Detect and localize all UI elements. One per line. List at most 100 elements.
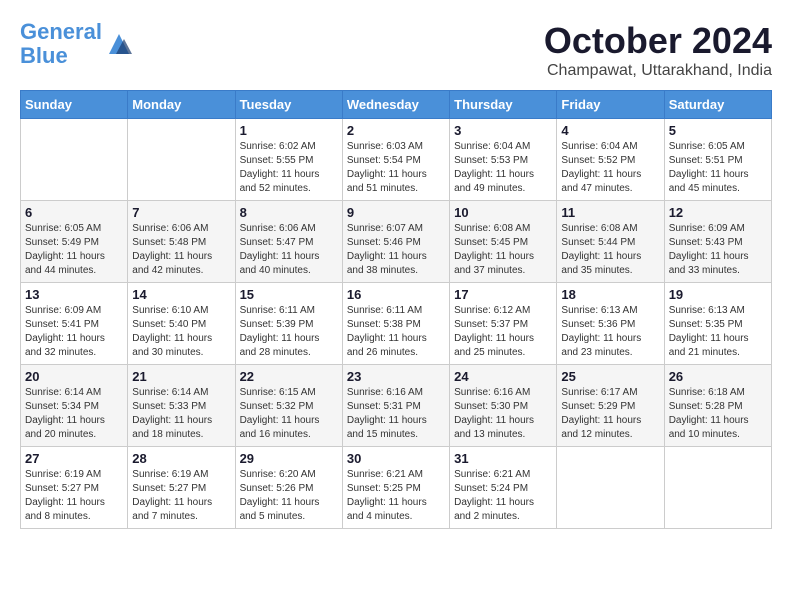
day-info: Sunrise: 6:15 AM Sunset: 5:32 PM Dayligh… (240, 386, 338, 442)
day-number: 20 (25, 369, 123, 384)
day-number: 28 (132, 451, 230, 466)
day-cell: 16 Sunrise: 6:11 AM Sunset: 5:38 PM Dayli… (342, 283, 449, 365)
day-info: Sunrise: 6:20 AM Sunset: 5:26 PM Dayligh… (240, 468, 338, 524)
day-cell: 6 Sunrise: 6:05 AM Sunset: 5:49 PM Daylig… (21, 201, 128, 283)
day-number: 19 (669, 287, 767, 302)
day-info: Sunrise: 6:21 AM Sunset: 5:24 PM Dayligh… (454, 468, 552, 524)
day-info: Sunrise: 6:04 AM Sunset: 5:53 PM Dayligh… (454, 140, 552, 196)
day-info: Sunrise: 6:16 AM Sunset: 5:31 PM Dayligh… (347, 386, 445, 442)
day-info: Sunrise: 6:06 AM Sunset: 5:47 PM Dayligh… (240, 222, 338, 278)
weekday-thursday: Thursday (450, 91, 557, 119)
week-row-2: 6 Sunrise: 6:05 AM Sunset: 5:49 PM Daylig… (21, 201, 772, 283)
day-cell: 18 Sunrise: 6:13 AM Sunset: 5:36 PM Dayli… (557, 283, 664, 365)
day-cell: 27 Sunrise: 6:19 AM Sunset: 5:27 PM Dayli… (21, 447, 128, 529)
weekday-monday: Monday (128, 91, 235, 119)
week-row-5: 27 Sunrise: 6:19 AM Sunset: 5:27 PM Dayli… (21, 447, 772, 529)
day-info: Sunrise: 6:09 AM Sunset: 5:41 PM Dayligh… (25, 304, 123, 360)
day-info: Sunrise: 6:08 AM Sunset: 5:45 PM Dayligh… (454, 222, 552, 278)
day-cell: 28 Sunrise: 6:19 AM Sunset: 5:27 PM Dayli… (128, 447, 235, 529)
day-info: Sunrise: 6:10 AM Sunset: 5:40 PM Dayligh… (132, 304, 230, 360)
day-info: Sunrise: 6:05 AM Sunset: 5:49 PM Dayligh… (25, 222, 123, 278)
week-row-1: 1 Sunrise: 6:02 AM Sunset: 5:55 PM Daylig… (21, 119, 772, 201)
day-info: Sunrise: 6:19 AM Sunset: 5:27 PM Dayligh… (132, 468, 230, 524)
day-number: 11 (561, 205, 659, 220)
calendar-table: SundayMondayTuesdayWednesdayThursdayFrid… (20, 90, 772, 529)
day-cell: 25 Sunrise: 6:17 AM Sunset: 5:29 PM Dayli… (557, 365, 664, 447)
day-cell: 22 Sunrise: 6:15 AM Sunset: 5:32 PM Dayli… (235, 365, 342, 447)
day-number: 17 (454, 287, 552, 302)
weekday-saturday: Saturday (664, 91, 771, 119)
day-cell: 19 Sunrise: 6:13 AM Sunset: 5:35 PM Dayli… (664, 283, 771, 365)
day-info: Sunrise: 6:14 AM Sunset: 5:33 PM Dayligh… (132, 386, 230, 442)
day-cell: 23 Sunrise: 6:16 AM Sunset: 5:31 PM Dayli… (342, 365, 449, 447)
day-number: 9 (347, 205, 445, 220)
logo-icon (104, 29, 134, 59)
day-number: 27 (25, 451, 123, 466)
day-cell: 8 Sunrise: 6:06 AM Sunset: 5:47 PM Daylig… (235, 201, 342, 283)
day-number: 12 (669, 205, 767, 220)
day-number: 5 (669, 123, 767, 138)
day-number: 18 (561, 287, 659, 302)
day-cell: 15 Sunrise: 6:11 AM Sunset: 5:39 PM Dayli… (235, 283, 342, 365)
day-number: 31 (454, 451, 552, 466)
day-cell: 20 Sunrise: 6:14 AM Sunset: 5:34 PM Dayli… (21, 365, 128, 447)
day-cell: 12 Sunrise: 6:09 AM Sunset: 5:43 PM Dayli… (664, 201, 771, 283)
day-cell: 30Sunrise: 6:21 AM Sunset: 5:25 PM Dayli… (342, 447, 449, 529)
day-number: 4 (561, 123, 659, 138)
day-info: Sunrise: 6:13 AM Sunset: 5:36 PM Dayligh… (561, 304, 659, 360)
day-cell: 2Sunrise: 6:03 AM Sunset: 5:54 PM Daylig… (342, 119, 449, 201)
day-info: Sunrise: 6:11 AM Sunset: 5:38 PM Dayligh… (347, 304, 445, 360)
day-cell: 4Sunrise: 6:04 AM Sunset: 5:52 PM Daylig… (557, 119, 664, 201)
weekday-friday: Friday (557, 91, 664, 119)
day-number: 22 (240, 369, 338, 384)
page-header: General Blue October 2024 Champawat, Utt… (20, 20, 772, 80)
day-info: Sunrise: 6:07 AM Sunset: 5:46 PM Dayligh… (347, 222, 445, 278)
day-info: Sunrise: 6:13 AM Sunset: 5:35 PM Dayligh… (669, 304, 767, 360)
day-cell: 14Sunrise: 6:10 AM Sunset: 5:40 PM Dayli… (128, 283, 235, 365)
day-info: Sunrise: 6:19 AM Sunset: 5:27 PM Dayligh… (25, 468, 123, 524)
day-number: 1 (240, 123, 338, 138)
day-info: Sunrise: 6:09 AM Sunset: 5:43 PM Dayligh… (669, 222, 767, 278)
day-info: Sunrise: 6:06 AM Sunset: 5:48 PM Dayligh… (132, 222, 230, 278)
day-cell: 11 Sunrise: 6:08 AM Sunset: 5:44 PM Dayli… (557, 201, 664, 283)
day-number: 16 (347, 287, 445, 302)
day-cell (557, 447, 664, 529)
day-cell: 13Sunrise: 6:09 AM Sunset: 5:41 PM Dayli… (21, 283, 128, 365)
day-cell: 17 Sunrise: 6:12 AM Sunset: 5:37 PM Dayli… (450, 283, 557, 365)
day-info: Sunrise: 6:11 AM Sunset: 5:39 PM Dayligh… (240, 304, 338, 360)
day-cell: 9 Sunrise: 6:07 AM Sunset: 5:46 PM Daylig… (342, 201, 449, 283)
logo: General Blue (20, 20, 134, 68)
day-info: Sunrise: 6:16 AM Sunset: 5:30 PM Dayligh… (454, 386, 552, 442)
weekday-wednesday: Wednesday (342, 91, 449, 119)
day-cell (128, 119, 235, 201)
day-number: 8 (240, 205, 338, 220)
day-info: Sunrise: 6:12 AM Sunset: 5:37 PM Dayligh… (454, 304, 552, 360)
day-number: 6 (25, 205, 123, 220)
day-info: Sunrise: 6:17 AM Sunset: 5:29 PM Dayligh… (561, 386, 659, 442)
day-cell: 29 Sunrise: 6:20 AM Sunset: 5:26 PM Dayli… (235, 447, 342, 529)
weekday-header-row: SundayMondayTuesdayWednesdayThursdayFrid… (21, 91, 772, 119)
day-cell (664, 447, 771, 529)
day-info: Sunrise: 6:02 AM Sunset: 5:55 PM Dayligh… (240, 140, 338, 196)
week-row-4: 20 Sunrise: 6:14 AM Sunset: 5:34 PM Dayli… (21, 365, 772, 447)
day-cell: 1 Sunrise: 6:02 AM Sunset: 5:55 PM Daylig… (235, 119, 342, 201)
day-number: 10 (454, 205, 552, 220)
day-info: Sunrise: 6:08 AM Sunset: 5:44 PM Dayligh… (561, 222, 659, 278)
day-number: 29 (240, 451, 338, 466)
day-number: 21 (132, 369, 230, 384)
day-info: Sunrise: 6:18 AM Sunset: 5:28 PM Dayligh… (669, 386, 767, 442)
day-number: 24 (454, 369, 552, 384)
day-info: Sunrise: 6:21 AM Sunset: 5:25 PM Dayligh… (347, 468, 445, 524)
day-info: Sunrise: 6:14 AM Sunset: 5:34 PM Dayligh… (25, 386, 123, 442)
location: Champawat, Uttarakhand, India (544, 62, 772, 80)
day-number: 7 (132, 205, 230, 220)
month-title: October 2024 (544, 20, 772, 62)
day-cell: 7 Sunrise: 6:06 AM Sunset: 5:48 PM Daylig… (128, 201, 235, 283)
week-row-3: 13Sunrise: 6:09 AM Sunset: 5:41 PM Dayli… (21, 283, 772, 365)
day-number: 23 (347, 369, 445, 384)
day-number: 15 (240, 287, 338, 302)
day-number: 3 (454, 123, 552, 138)
logo-text: General Blue (20, 20, 102, 68)
weekday-sunday: Sunday (21, 91, 128, 119)
day-number: 25 (561, 369, 659, 384)
